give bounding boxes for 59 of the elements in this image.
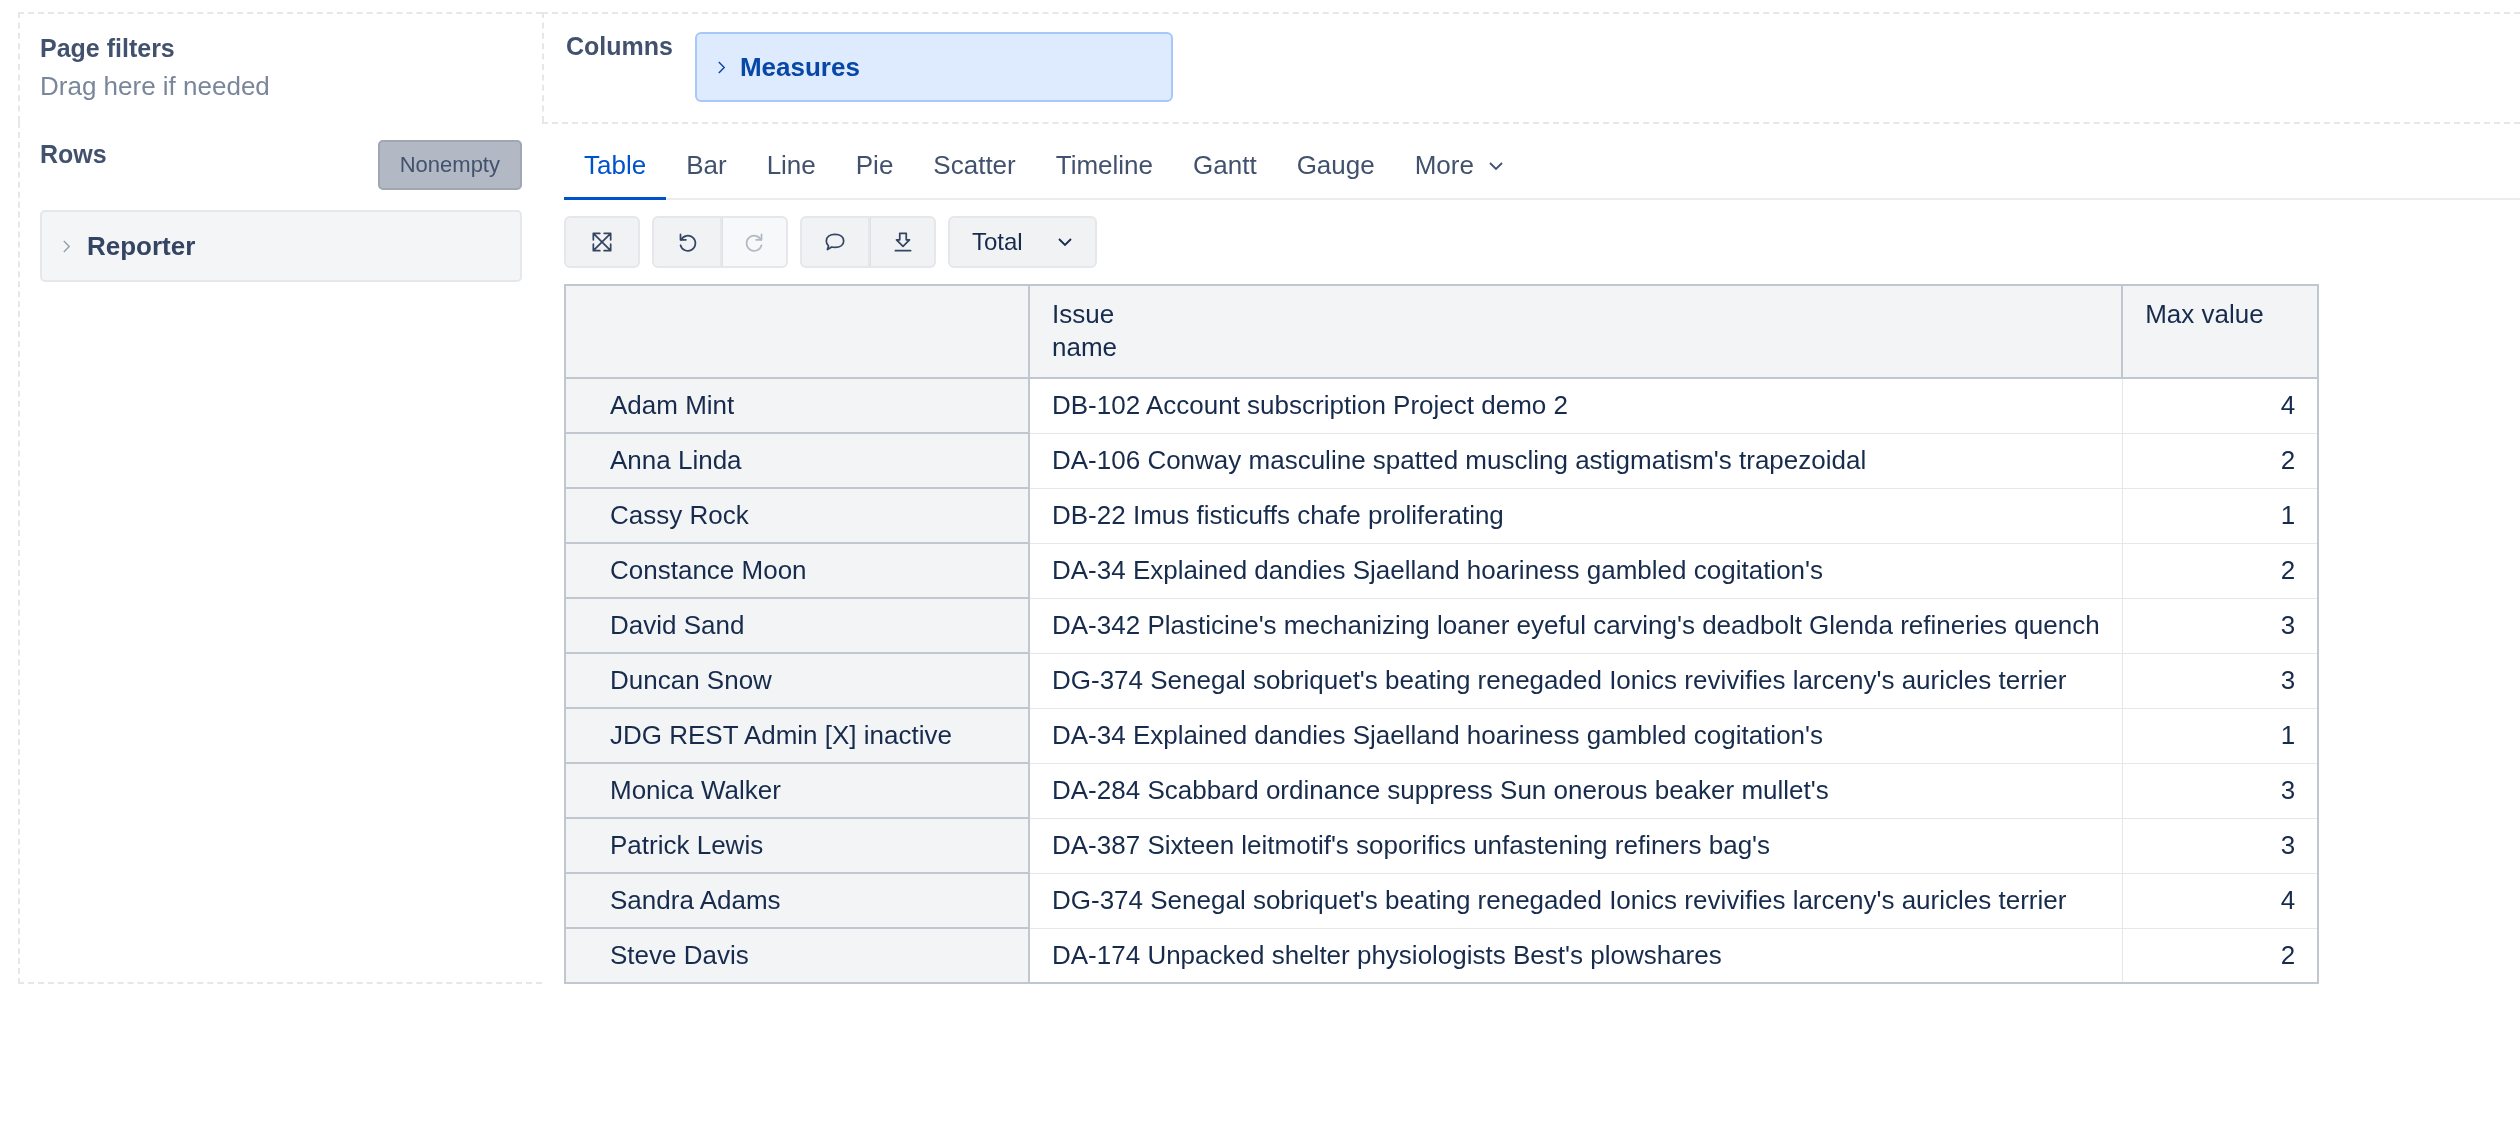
table-cell: DA-284 Scabbard ordinance suppress Sun onerous beaker mullet's	[1029, 763, 2123, 818]
more-dropdown[interactable]: More	[1394, 136, 1524, 200]
comment-button[interactable]	[800, 216, 870, 268]
row-header: David Sand	[565, 598, 1029, 653]
table-cell: DA-34 Explained dandies Sjaelland hoariness gambled cogitation's	[1029, 708, 2123, 763]
page-filters-title: Page filters	[40, 34, 175, 62]
chart-tab[interactable]: Table	[564, 136, 667, 200]
row-header: Adam Mint	[565, 378, 1029, 433]
column-header: Max value	[2122, 285, 2319, 378]
table-cell: DB-22 Imus fisticuffs chafe proliferating	[1029, 488, 2123, 543]
row-header: JDG REST Admin [X] inactive	[565, 708, 1029, 763]
chart-tab[interactable]: Line	[746, 136, 836, 200]
chart-tab[interactable]: Gantt	[1173, 136, 1277, 200]
row-header: Sandra Adams	[565, 873, 1029, 928]
expand-icon	[589, 229, 615, 255]
table-cell: 1	[2122, 708, 2319, 763]
fullscreen-button[interactable]	[564, 216, 640, 268]
table-cell: 2	[2122, 433, 2319, 488]
chart-tab[interactable]: Gauge	[1276, 136, 1395, 200]
chevron-down-icon	[1487, 160, 1504, 171]
table-cell: DA-34 Explained dandies Sjaelland hoariness gambled cogitation's	[1029, 543, 2123, 598]
table-cell: 3	[2122, 818, 2319, 873]
table-cell: DA-342 Plasticine's mechanizing loaner eyeful carving's deadbolt Glenda refineries quench	[1029, 598, 2123, 653]
download-button[interactable]	[870, 216, 936, 268]
nonempty-button[interactable]: Nonempty	[377, 140, 522, 190]
chart-tab[interactable]: Timeline	[1035, 136, 1174, 200]
row-header: Anna Linda	[565, 433, 1029, 488]
table-cell: 3	[2122, 763, 2319, 818]
reporter-chip[interactable]: Reporter	[40, 210, 522, 282]
chart-tab[interactable]: Scatter	[913, 136, 1036, 200]
table-cell: 4	[2122, 873, 2319, 928]
total-dropdown[interactable]: Total	[948, 216, 1097, 268]
drop-hint: Drag here if needed	[40, 71, 271, 102]
table-cell: 4	[2122, 378, 2319, 433]
table-cell: 1	[2122, 488, 2319, 543]
table-cell: 2	[2122, 543, 2319, 598]
chevron-right-icon	[716, 59, 726, 75]
table-cell: DA-387 Sixteen leitmotif's soporifics unfastening refiners bag's	[1029, 818, 2123, 873]
table-cell: DA-106 Conway masculine spatted muscling astigmatism's trapezoidal	[1029, 433, 2123, 488]
row-header: Constance Moon	[565, 543, 1029, 598]
columns-title: Columns	[566, 32, 673, 61]
row-header: Patrick Lewis	[565, 818, 1029, 873]
table-cell: DB-102 Account subscription Project demo 2	[1029, 378, 2123, 433]
measures-chip[interactable]: Measures	[694, 32, 1173, 102]
table-cell: 3	[2122, 653, 2319, 708]
chart-tab[interactable]: Bar	[666, 136, 747, 200]
chart-tab[interactable]: Pie	[835, 136, 914, 200]
row-header: Monica Walker	[565, 763, 1029, 818]
column-header: Issue name	[1029, 285, 2123, 378]
row-header: Cassy Rock	[565, 488, 1029, 543]
undo-button[interactable]	[652, 216, 722, 268]
row-header: Steve Davis	[565, 928, 1029, 983]
table-cell: DG-374 Senegal sobriquet's beating renegaded Ionics revivifies larceny's auricles terrier	[1029, 873, 2123, 928]
chevron-right-icon	[62, 238, 71, 254]
chevron-down-icon	[1056, 237, 1073, 247]
rows-title: Rows	[40, 140, 107, 169]
table-cell: DG-374 Senegal sobriquet's beating renegaded Ionics revivifies larceny's auricles terrier	[1029, 653, 2123, 708]
row-header: Duncan Snow	[565, 653, 1029, 708]
table-cell: 3	[2122, 598, 2319, 653]
